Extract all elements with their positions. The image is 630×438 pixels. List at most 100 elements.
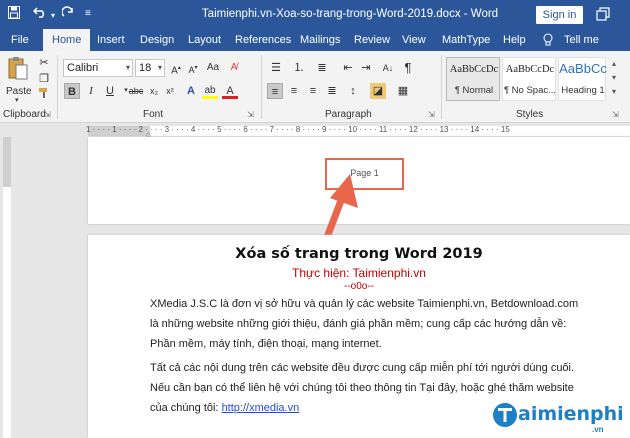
document-subtitle: Thực hiện: Taimienphi.vn (292, 266, 426, 280)
format-painter-icon[interactable] (36, 87, 52, 103)
tab-mathtype[interactable]: MathType (442, 29, 490, 51)
logo-t-icon (493, 403, 517, 427)
ruler-text-area (3, 187, 11, 438)
clear-formatting-icon[interactable]: A̸ (226, 60, 242, 76)
style-name: ¶ No Spac... (503, 85, 557, 96)
separator (441, 55, 442, 119)
text-effects-icon[interactable]: A (183, 83, 199, 99)
logo-text: aimienphi (518, 403, 624, 425)
tab-home[interactable]: Home (43, 29, 91, 51)
paragraph-group-label: Paragraph (325, 109, 372, 120)
tab-insert[interactable]: Insert (97, 29, 125, 51)
ruler-margin (3, 137, 11, 187)
line-spacing-icon[interactable]: ↕ (345, 83, 361, 99)
paragraph-1: XMedia J.S.C là đơn vị sở hữu và quản lý… (150, 298, 579, 350)
bullets-icon[interactable]: ☰ (268, 60, 284, 76)
chevron-down-icon: ▾ (125, 63, 130, 72)
pointer-arrow-icon (322, 174, 358, 242)
numbering-icon[interactable]: ⒈ (291, 60, 307, 76)
restore-icon[interactable] (596, 7, 610, 21)
underline-button[interactable]: U (102, 83, 118, 99)
title-bar: ▾ ≡ Taimienphi.vn-Xoa-so-trang-trong-Wor… (0, 0, 630, 29)
style-sample: AaBbCc (559, 61, 607, 76)
scroll-up-icon[interactable]: ▴ (612, 59, 616, 68)
chevron-down-icon: ▾ (157, 63, 162, 72)
subscript-icon[interactable]: x₂ (146, 83, 162, 99)
window-title: Taimienphi.vn-Xoa-so-trang-trong-Word-20… (201, 8, 499, 20)
font-name-dropdown[interactable]: Calibri ▾ (63, 59, 133, 77)
style-normal[interactable]: AaBbCcDc ¶ Normal (446, 57, 500, 101)
paragraph-launcher-icon[interactable]: ⇲ (428, 110, 435, 119)
clipboard-icon (8, 57, 28, 80)
style-heading-1[interactable]: AaBbCc Heading 1 (558, 57, 607, 101)
grow-font-icon[interactable]: A▴ (168, 60, 184, 76)
font-group-label: Font (143, 109, 164, 120)
undo-dropdown-icon[interactable]: ▾ (51, 8, 55, 24)
customize-icon[interactable]: ≡ (85, 6, 91, 22)
styles-launcher-icon[interactable]: ⇲ (612, 110, 619, 119)
multilevel-list-icon[interactable]: ≣ (314, 60, 330, 76)
tab-review[interactable]: Review (354, 29, 390, 51)
tab-layout[interactable]: Layout (188, 29, 221, 51)
style-sample: AaBbCcDc (505, 64, 555, 75)
paste-label: Paste (6, 86, 32, 97)
ribbon-tabs: File Home Insert Design Layout Reference… (0, 29, 630, 51)
font-name-value: Calibri (67, 62, 99, 74)
separator (57, 55, 58, 119)
separator (261, 55, 262, 119)
increase-indent-icon[interactable]: ⇥ (358, 60, 374, 76)
align-center-icon[interactable]: ≡ (286, 83, 302, 99)
sort-icon[interactable]: A↓ (380, 60, 396, 76)
vertical-ruler[interactable] (0, 137, 14, 438)
taimienphi-logo: aimienphi .vn (492, 398, 628, 438)
style-name: Heading 1 (561, 85, 605, 96)
show-marks-icon[interactable]: ¶ (400, 60, 416, 76)
paste-dropdown-icon: ▾ (15, 97, 19, 104)
strikethrough-icon[interactable]: abc (128, 83, 144, 99)
font-color-icon[interactable]: A (222, 83, 238, 99)
style-name: ¶ Normal (454, 85, 494, 96)
change-case-icon[interactable]: Aa (205, 60, 221, 76)
tab-help[interactable]: Help (503, 29, 526, 51)
tab-design[interactable]: Design (140, 29, 174, 51)
style-sample: AaBbCcDc (449, 64, 499, 75)
borders-icon[interactable]: ▦ (395, 83, 411, 99)
ribbon: Paste ▾ ✂ ❐ Clipboard ⇲ Calibri ▾ 18 ▾ A… (0, 51, 630, 123)
save-icon[interactable] (8, 6, 20, 23)
italic-button[interactable]: I (83, 83, 99, 99)
decrease-indent-icon[interactable]: ⇤ (340, 60, 356, 76)
logo-sub: .vn (592, 425, 604, 434)
styles-group-label: Styles (516, 109, 544, 120)
horizontal-ruler[interactable]: 1 · · · · 1 · · · · 2 · · · · 3 · · · · … (0, 124, 630, 139)
tab-references[interactable]: References (235, 29, 291, 51)
tab-mailings[interactable]: Mailings (300, 29, 340, 51)
xmedia-link[interactable]: http://xmedia.vn (222, 402, 300, 414)
font-size-value: 18 (139, 62, 152, 74)
sign-in-button[interactable]: Sign in (536, 6, 583, 24)
paste-button[interactable]: Paste ▾ (5, 55, 32, 104)
undo-icon[interactable] (32, 6, 49, 22)
more-styles-icon[interactable]: ▾ (612, 87, 616, 96)
bold-button[interactable]: B (64, 83, 80, 99)
shrink-font-icon[interactable]: A▾ (185, 60, 201, 76)
font-launcher-icon[interactable]: ⇲ (247, 110, 254, 119)
justify-icon[interactable]: ≣ (324, 83, 340, 99)
clipboard-launcher-icon[interactable]: ⇲ (44, 110, 51, 119)
lightbulb-icon[interactable] (543, 29, 553, 51)
document-decoration: --o0o-- (343, 281, 374, 292)
align-right-icon[interactable]: ≡ (305, 83, 321, 99)
copy-icon[interactable]: ❐ (36, 71, 52, 87)
tab-file[interactable]: File (11, 29, 29, 51)
clipboard-group-label: Clipboard (3, 109, 46, 120)
redo-icon[interactable] (61, 6, 74, 22)
shading-icon[interactable]: ◪ (370, 83, 386, 99)
font-size-dropdown[interactable]: 18 ▾ (135, 59, 165, 77)
tell-me-search[interactable]: Tell me (564, 29, 599, 51)
align-left-icon[interactable]: ≡ (267, 83, 283, 99)
tab-view[interactable]: View (402, 29, 426, 51)
cut-icon[interactable]: ✂ (36, 55, 52, 71)
superscript-icon[interactable]: x² (162, 83, 178, 99)
scroll-down-icon[interactable]: ▾ (612, 73, 616, 82)
highlight-icon[interactable]: ab (202, 83, 218, 99)
style-no-spacing[interactable]: AaBbCcDc ¶ No Spac... (502, 57, 556, 101)
